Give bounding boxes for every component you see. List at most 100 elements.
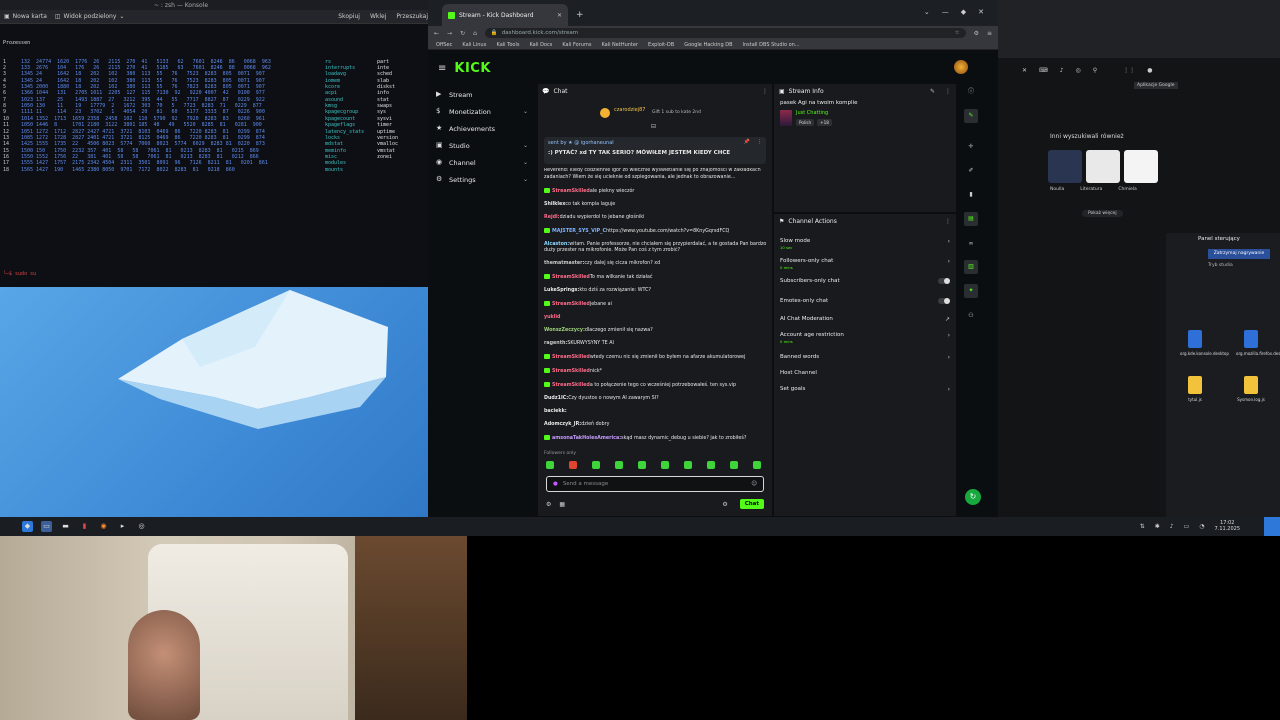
bookmark-item[interactable]: Kali Linux <box>462 42 486 48</box>
tool-icon[interactable]: ✦ <box>964 284 978 298</box>
emoji-picker-icon[interactable]: ☺ <box>751 481 757 487</box>
minimize-icon[interactable]: — <box>942 8 949 16</box>
clock[interactable]: 17:02 7.11.2025 <box>1215 520 1240 532</box>
emote-icon[interactable] <box>569 461 577 469</box>
edit-icon[interactable]: ✎ <box>930 88 935 95</box>
terminal-icon[interactable]: ▸ <box>117 521 128 532</box>
chat-message[interactable]: StreamSkilledTo ma wilkanie tak działać <box>544 274 768 282</box>
terminal-output[interactable]: Prozessen 1 132 24774 1620 1776 26 2115 2… <box>0 24 432 189</box>
show-more-button[interactable]: Pokaż więcej <box>1082 210 1123 217</box>
new-tab-icon[interactable]: + <box>576 10 584 20</box>
terminal-window[interactable]: ~ : zsh — Konsole ▣ Nowa karta ◫ Widok pod… <box>0 0 432 287</box>
chat-message[interactable]: StreamSkilledale piekny wieczór <box>544 187 768 196</box>
pinned-message[interactable]: sent by ★ @ igorhaneunal 📌 ⋮ :) PYTAĆ? x… <box>544 137 766 164</box>
clip-icon[interactable]: ▮ <box>967 191 975 199</box>
unpin-icon[interactable]: 📌 <box>744 139 750 145</box>
channel-action-slow-mode[interactable]: Slow mode 10 sec › <box>780 238 950 250</box>
chat-message[interactable]: StreamSkilledwtedy czemu nic się zmienił… <box>544 353 768 362</box>
emote-icon[interactable] <box>684 461 692 469</box>
paste-button[interactable]: Wklej <box>370 13 386 20</box>
chat-username[interactable]: thematmaster: <box>544 261 584 266</box>
apps-grid-icon[interactable]: ⋮⋮ <box>1123 67 1135 74</box>
link-icon[interactable]: ∞ <box>967 240 975 248</box>
chat-message-input[interactable]: ● Send a message ☺ <box>546 476 764 492</box>
sidebar-item-studio[interactable]: ▣ Studio ⌄ <box>428 137 536 154</box>
chat-username[interactable]: StreamSkilled <box>552 302 590 307</box>
chat-username[interactable]: MAJSTER_SYS_VIP_C <box>552 229 606 234</box>
chat-message[interactable]: Reverend: kiedy codziennie igor zo wiecz… <box>544 168 768 181</box>
notifications-icon[interactable]: ◔ <box>1199 523 1204 530</box>
new-tab-button[interactable]: ▣ Nowa karta <box>4 13 47 20</box>
channel-action-banned-words[interactable]: Banned words › <box>780 354 950 361</box>
chat-username[interactable]: StreamSkilled <box>552 355 590 360</box>
info-icon[interactable]: ⓘ <box>967 88 975 96</box>
related-label[interactable]: Chmiela <box>1118 187 1136 192</box>
keyboard-icon[interactable]: ⌨ <box>1039 67 1048 74</box>
chat-message[interactable]: baciekk: <box>544 409 768 416</box>
firefox-icon[interactable]: ◉ <box>98 521 109 532</box>
pinned-more-icon[interactable]: ⋮ <box>757 139 762 145</box>
related-label[interactable]: Noulla <box>1050 187 1064 192</box>
split-view-button[interactable]: ◫ Widok podzielony ⌄ <box>55 13 125 20</box>
users-icon[interactable]: ⚇ <box>967 312 975 320</box>
chat-message[interactable]: LukeSprings:kto dziś za rozwiązanie: WTC… <box>544 288 768 295</box>
kick-logo[interactable]: KICK <box>454 61 491 76</box>
chat-username[interactable]: Shilklex <box>544 202 565 207</box>
chat-username[interactable]: yuklid <box>544 315 560 320</box>
browser-tab-kick-dashboard[interactable]: Stream - Kick Dashboard ✕ <box>442 4 568 26</box>
hamburger-menu-icon[interactable]: ≡ <box>438 63 446 74</box>
stream-info-more-icon[interactable]: ⋮ <box>945 88 951 95</box>
emote-icon[interactable] <box>730 461 738 469</box>
emote-icon[interactable] <box>707 461 715 469</box>
chat-username[interactable]: StreamSkilled <box>552 189 590 194</box>
channel-action-emotes-only-chat[interactable]: Emotes-only chat <box>780 298 950 304</box>
close-window-icon[interactable]: ✕ <box>978 8 984 16</box>
sidebar-item-stream[interactable]: ▶ Stream <box>428 86 536 103</box>
chat-options-icon[interactable]: ⚙ <box>722 501 727 508</box>
chat-message[interactable]: Dudz1IC:Czy dyustos o nowym AI zawarym S… <box>544 396 768 403</box>
chat-username[interactable]: ragenth: <box>544 341 567 346</box>
pencil-icon[interactable]: ✐ <box>967 167 975 175</box>
emote-icon[interactable] <box>546 461 554 469</box>
lens-icon[interactable]: ◎ <box>1076 67 1081 74</box>
search-icon[interactable]: ⚲ <box>1093 67 1097 74</box>
bluetooth-icon[interactable]: ✱ <box>1155 523 1160 530</box>
refresh-fab-icon[interactable]: ↻ <box>965 489 981 505</box>
record-icon[interactable]: ▮ <box>79 521 90 532</box>
chat-message[interactable]: Shilklexco tak kompia laguje <box>544 202 768 209</box>
emote-icon[interactable] <box>592 461 600 469</box>
chat-username[interactable]: Adomczyk_JR: <box>544 422 581 427</box>
chat-message[interactable]: MAJSTER_SYS_VIP_Chttps://www.youtube.com… <box>544 227 768 236</box>
chat-username[interactable]: Alcaston: <box>544 242 569 247</box>
chat-username[interactable]: WonszZeczycy: <box>544 328 585 333</box>
home-icon[interactable]: ⌂ <box>473 30 477 37</box>
chat-more-icon[interactable]: ⋮ <box>762 88 768 95</box>
chat-username[interactable]: StreamSkilled <box>552 383 590 388</box>
bookmark-item[interactable]: Kali NetHunter <box>601 42 638 48</box>
network-icon[interactable]: ⇅ <box>1140 523 1145 530</box>
stop-recording-button[interactable]: Zatrzymaj nagrywanie <box>1208 249 1270 259</box>
battery-icon[interactable]: ▭ <box>1184 523 1190 530</box>
chat-gift-icon[interactable]: ▦ <box>559 501 565 508</box>
related-image[interactable] <box>1086 150 1120 183</box>
sidebar-item-achievements[interactable]: ★ Achievements <box>428 120 536 137</box>
emote-icon[interactable] <box>753 461 761 469</box>
tab-list-chevron-icon[interactable]: ⌄ <box>924 8 930 16</box>
chat-message[interactable]: yuklid <box>544 315 768 322</box>
crosshair-icon[interactable]: ✛ <box>967 143 975 151</box>
bookmark-star-icon[interactable]: ☆ <box>955 30 960 36</box>
background-browser-window[interactable]: ✕ ⌨ ♪ ◎ ⚲ ⋮⋮ ● Aplikacje Google Inni wys… <box>998 0 1280 517</box>
desktop-file[interactable]: tytul.js <box>1180 376 1210 402</box>
bookmark-item[interactable]: Install DBS Studio on... <box>743 42 800 48</box>
back-icon[interactable]: ← <box>434 30 439 37</box>
bookmark-item[interactable]: OffSec <box>436 42 452 48</box>
edit-layout-icon[interactable]: ✎ <box>964 109 978 123</box>
volume-icon[interactable]: ♪ <box>1170 523 1174 530</box>
desktop-file[interactable]: Sysmon.log.js <box>1236 376 1266 402</box>
forward-icon[interactable]: → <box>447 30 452 37</box>
account-avatar-icon[interactable]: ● <box>1147 67 1152 74</box>
chat-message[interactable]: Adomczyk_JR:dzień dobry <box>544 422 768 429</box>
user-avatar[interactable] <box>954 60 968 74</box>
chat-message[interactable]: StreamSkilleda to połączenie tego co wcz… <box>544 381 768 390</box>
maximize-icon[interactable]: ◆ <box>961 8 966 16</box>
